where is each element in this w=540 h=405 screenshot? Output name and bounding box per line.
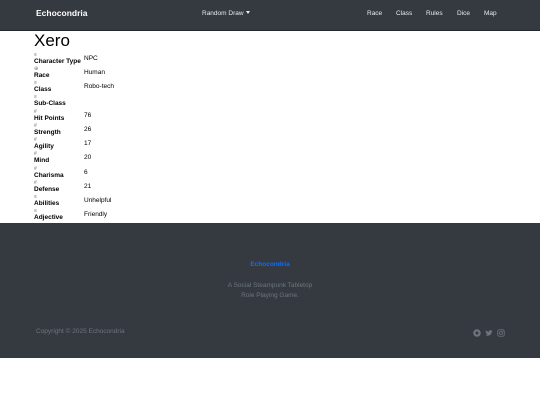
field-label: Agility (34, 143, 54, 150)
character-name: Xero (34, 31, 70, 50)
field-label: Race (34, 72, 50, 79)
field-value: NPC (84, 55, 98, 62)
random-draw-label: Random Draw (202, 10, 244, 17)
site-footer: Echocondria A Social Steampunk Tabletop … (0, 223, 540, 358)
field-label: Charisma (34, 172, 64, 179)
field-label: Mind (34, 157, 50, 164)
field-label: Strength (34, 129, 61, 136)
instagram-icon[interactable] (473, 329, 481, 337)
field-value: 26 (84, 126, 92, 133)
instagram-outline-icon[interactable] (497, 329, 505, 337)
navbar-brand[interactable]: Echocondria (36, 8, 87, 18)
twitter-icon[interactable] (485, 329, 493, 337)
top-navbar: Echocondria Random Draw Race Class Rules… (0, 0, 540, 31)
field-value: 76 (84, 112, 92, 119)
field-label: Defense (34, 186, 60, 193)
caret-down-icon (245, 11, 250, 14)
field-label: Adjective (34, 214, 63, 221)
footer-copyright: Copyright © 2025 Echocondria (36, 328, 125, 335)
nav-link-dice[interactable]: Dice (457, 10, 470, 17)
footer-tagline-line2: Role Playing Game. (241, 292, 299, 299)
footer-brand[interactable]: Echocondria (0, 261, 540, 268)
random-draw-dropdown[interactable]: Random Draw (202, 10, 250, 17)
footer-tagline-line1: A Social Steampunk Tabletop (227, 282, 313, 289)
nav-link-class[interactable]: Class (396, 10, 412, 17)
nav-link-rules[interactable]: Rules (426, 10, 443, 17)
field-value: Human (84, 69, 105, 76)
field-label: Character Type (34, 58, 81, 65)
field-value: 17 (84, 140, 92, 147)
field-label: Sub-Class (34, 100, 66, 107)
nav-link-map[interactable]: Map (484, 10, 497, 17)
field-value: Unhelpful (84, 197, 112, 204)
field-value: 21 (84, 183, 92, 190)
field-value: 20 (84, 154, 92, 161)
field-label: Hit Points (34, 115, 65, 122)
field-value: Friendly (84, 211, 108, 218)
field-value: Robo-tech (84, 83, 114, 90)
nav-link-race[interactable]: Race (367, 10, 382, 17)
footer-tagline: A Social Steampunk Tabletop Role Playing… (0, 281, 540, 301)
field-label: Class (34, 86, 52, 93)
field-value: 6 (84, 169, 88, 176)
field-label: Abilities (34, 200, 60, 207)
